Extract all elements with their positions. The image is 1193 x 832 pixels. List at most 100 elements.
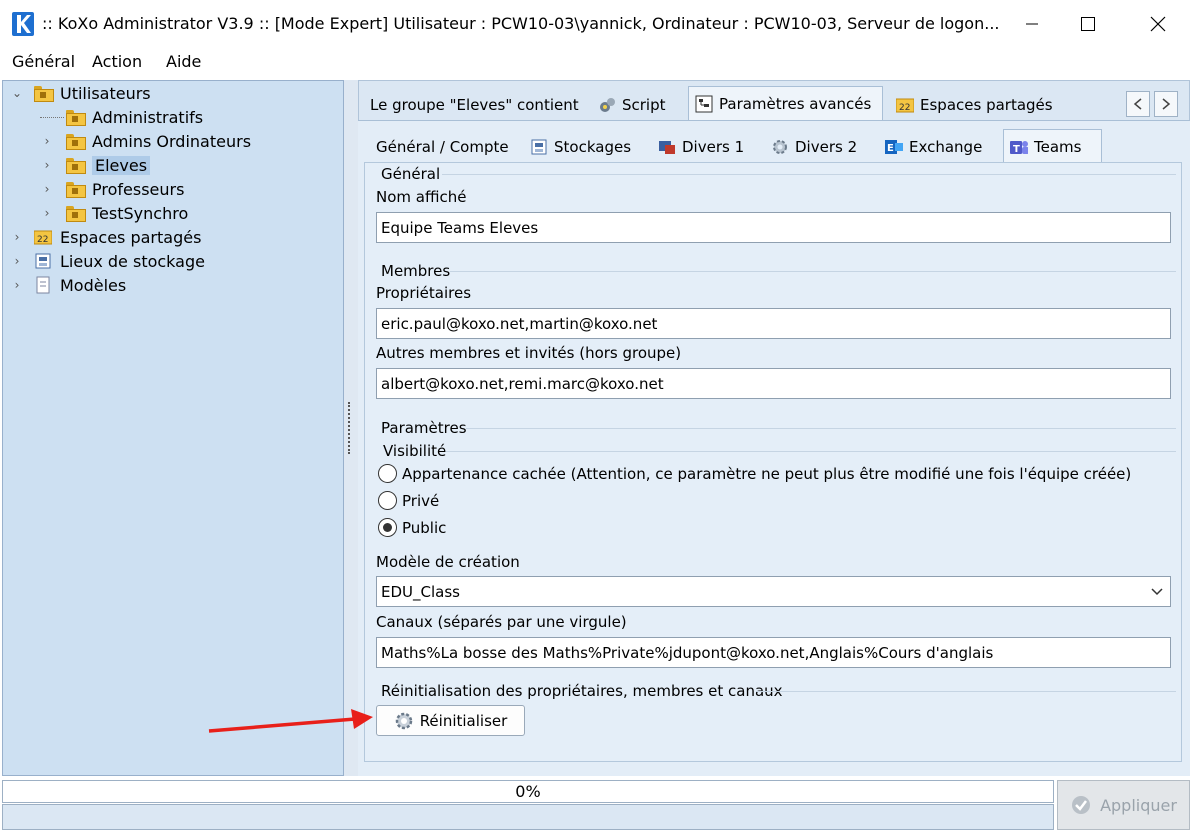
template-label: Modèle de création — [376, 553, 520, 571]
other-members-field[interactable]: albert@koxo.net,remi.marc@koxo.net — [376, 368, 1171, 399]
svg-text:22: 22 — [37, 235, 48, 245]
visibility-option-hidden[interactable]: Appartenance cachée (Attention, ce param… — [378, 464, 1131, 483]
tree-item-label: TestSynchro — [92, 203, 189, 223]
minimize-icon — [1026, 23, 1038, 25]
visibility-option-private[interactable]: Privé — [378, 491, 439, 510]
tree-item-testsynchro[interactable]: › TestSynchro — [40, 201, 189, 225]
section-general-title: Général — [381, 165, 441, 183]
subtab-divers-2[interactable]: Divers 2 — [765, 130, 863, 164]
tree-item-professeurs[interactable]: › Professeurs — [40, 177, 185, 201]
tab-scroll-right-button[interactable] — [1154, 91, 1178, 117]
close-button[interactable] — [1130, 0, 1186, 48]
tree-item-label: Eleves — [92, 155, 151, 175]
tab-espaces-partages[interactable]: 22 Espaces partagés — [890, 88, 1059, 122]
tree-item-label: Utilisateurs — [60, 83, 151, 103]
app-logo-icon — [12, 12, 34, 36]
folder-icon — [66, 206, 86, 222]
status-bar — [2, 804, 1054, 830]
radio-private[interactable] — [378, 491, 397, 510]
svg-text:22: 22 — [899, 103, 910, 113]
tree-item-utilisateurs[interactable]: ⌄ Utilisateurs — [10, 81, 151, 105]
chevron-right-icon[interactable]: › — [40, 206, 54, 220]
chevron-right-icon[interactable]: › — [40, 158, 54, 172]
menu-general[interactable]: Général — [12, 52, 75, 71]
owners-field[interactable]: eric.paul@koxo.net,martin@koxo.net — [376, 308, 1171, 339]
radio-label: Privé — [402, 491, 440, 510]
storage-icon — [530, 138, 548, 156]
divers-icon — [658, 138, 676, 156]
gear-icon — [771, 138, 789, 156]
tab-scroll-left-button[interactable] — [1126, 91, 1150, 117]
section-params-title: Paramètres — [381, 419, 467, 437]
folder-icon — [34, 86, 54, 102]
splitter-grip[interactable] — [348, 402, 351, 454]
exchange-icon: E — [885, 138, 903, 156]
template-select[interactable]: EDU_Class — [376, 576, 1171, 607]
chevron-down-icon[interactable] — [1150, 587, 1164, 597]
teams-settings-form — [364, 162, 1182, 762]
chevron-right-icon[interactable]: › — [40, 182, 54, 196]
apply-button-label: Appliquer — [1100, 795, 1177, 815]
tab-label: Stockages — [554, 138, 632, 156]
folder-icon — [66, 158, 86, 174]
chevron-right-icon[interactable]: › — [10, 230, 24, 244]
chevron-down-icon[interactable]: ⌄ — [10, 86, 24, 100]
tab-label: Divers 2 — [795, 138, 858, 156]
menu-aide[interactable]: Aide — [166, 52, 201, 71]
radio-public[interactable] — [378, 518, 397, 537]
channels-field[interactable]: Maths%La bosse des Maths%Private%jdupont… — [376, 637, 1171, 668]
tab-label: Script — [622, 96, 666, 114]
chevron-right-icon[interactable]: › — [40, 134, 54, 148]
tree-item-admins-ordinateurs[interactable]: › Admins Ordinateurs — [40, 129, 251, 153]
radio-label: Public — [402, 518, 447, 537]
radio-hidden[interactable] — [378, 464, 397, 483]
section-divider — [450, 271, 1176, 272]
tree-item-label: Modèles — [60, 275, 127, 295]
section-divider — [756, 691, 1176, 692]
tab-label: Général / Compte — [376, 138, 509, 156]
apply-button[interactable]: Appliquer — [1057, 780, 1190, 830]
chevron-right-icon[interactable]: › — [10, 254, 24, 268]
tree-item-espaces-partages[interactable]: › 22 Espaces partagés — [10, 225, 202, 249]
subtab-exchange[interactable]: E Exchange — [879, 130, 988, 164]
tab-parametres-avances[interactable]: Paramètres avancés — [688, 86, 883, 120]
tree-item-label: Administratifs — [92, 107, 204, 127]
display-name-field[interactable]: Equipe Teams Eleves — [376, 212, 1171, 243]
chevron-right-icon[interactable]: › — [10, 278, 24, 292]
progress-text: 0% — [515, 782, 541, 801]
svg-text:E: E — [887, 143, 894, 154]
subtab-teams[interactable]: T Teams — [1003, 129, 1102, 163]
splitter[interactable] — [344, 80, 358, 776]
chevron-left-icon — [1133, 98, 1142, 110]
folder-icon — [66, 134, 86, 150]
reset-button[interactable]: Réinitialiser — [376, 705, 525, 736]
visibility-label: Visibilité — [383, 442, 447, 460]
subtab-divers-1[interactable]: Divers 1 — [652, 130, 750, 164]
subtab-general-compte[interactable]: Général / Compte — [368, 130, 517, 164]
close-icon — [1150, 16, 1166, 32]
tree-item-modeles[interactable]: › Modèles — [10, 273, 127, 297]
channels-label: Canaux (séparés par une virgule) — [376, 613, 627, 631]
reset-button-label: Réinitialiser — [419, 711, 508, 730]
maximize-button[interactable] — [1060, 0, 1116, 48]
folder-icon — [66, 110, 86, 126]
gear-icon — [395, 712, 412, 729]
chevron-right-icon — [1162, 98, 1171, 110]
tree-item-eleves[interactable]: › Eleves — [40, 153, 151, 177]
section-members-title: Membres — [381, 262, 451, 280]
tab-label: Divers 1 — [682, 138, 745, 156]
subtab-stockages[interactable]: Stockages — [524, 130, 637, 164]
other-members-label: Autres membres et invités (hors groupe) — [376, 344, 682, 362]
tree-item-label: Lieux de stockage — [60, 251, 205, 271]
display-name-label: Nom affiché — [376, 188, 467, 206]
window-title: :: KoXo Administrator V3.9 :: [Mode Expe… — [42, 14, 1000, 33]
tree-item-administratifs[interactable]: Administratifs — [40, 105, 203, 129]
tree-item-lieux-de-stockage[interactable]: › Lieux de stockage — [10, 249, 205, 273]
tab-group-contents[interactable]: Le groupe "Eleves" contient — [362, 88, 587, 122]
tab-label: Paramètres avancés — [719, 94, 872, 113]
tab-label: Espaces partagés — [920, 96, 1053, 114]
minimize-button[interactable] — [1004, 0, 1060, 48]
visibility-option-public[interactable]: Public — [378, 518, 446, 537]
menu-action[interactable]: Action — [92, 52, 142, 71]
tab-script[interactable]: Script — [592, 88, 672, 122]
